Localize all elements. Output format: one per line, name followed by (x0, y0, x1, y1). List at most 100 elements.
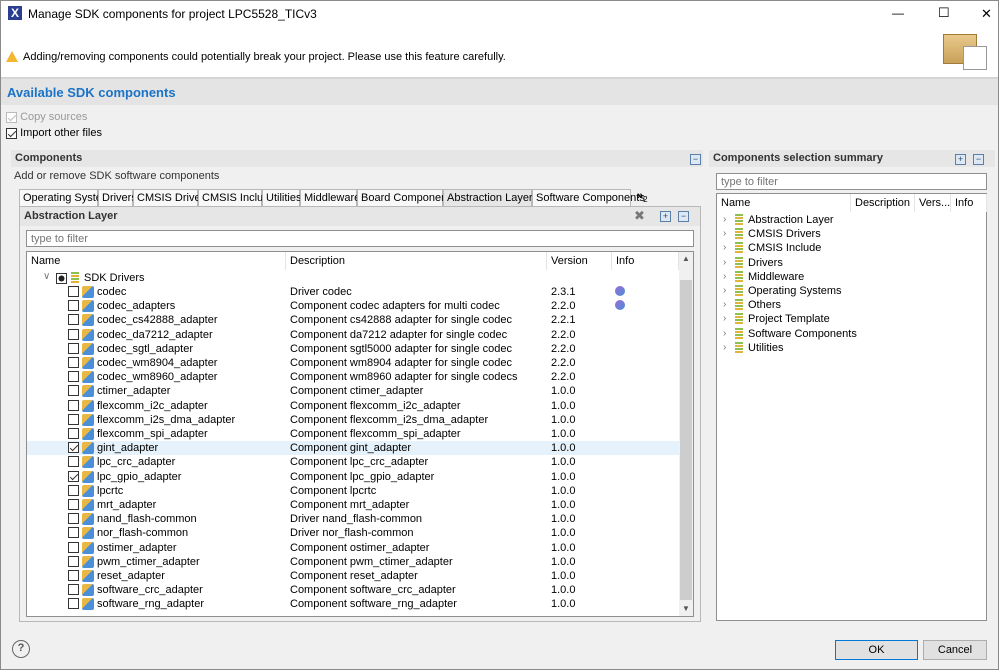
component-row[interactable]: mrt_adapter Component mrt_adapter 1.0.0 (27, 498, 679, 512)
component-checkbox[interactable] (68, 357, 79, 368)
component-row[interactable]: codec Driver codec 2.3.1 (27, 285, 679, 299)
info-icon[interactable] (615, 300, 625, 311)
column-version[interactable]: Version (547, 252, 612, 270)
component-row[interactable]: codec_sgtl_adapter Component sgtl5000 ada… (27, 342, 679, 356)
more-tabs-button[interactable]: »2 (637, 190, 648, 204)
component-checkbox[interactable] (68, 286, 79, 297)
column-description[interactable]: Description (851, 194, 915, 212)
component-checkbox[interactable] (68, 470, 79, 482)
component-row[interactable]: codec_wm8904_adapter Component wm8904 ada… (27, 356, 679, 370)
component-row[interactable]: nand_flash-common Driver nand_flash-commo… (27, 512, 679, 526)
group-row-sdk-drivers[interactable]: ∨ SDK Drivers (27, 271, 679, 285)
expand-all-icon[interactable]: + (955, 154, 966, 165)
component-row[interactable]: gint_adapter Component gint_adapter 1.0.0 (27, 441, 679, 456)
component-checkbox[interactable] (68, 598, 79, 610)
group-checkbox[interactable] (56, 272, 67, 284)
scrollbar[interactable]: ▲ ▼ (679, 252, 693, 616)
summary-item[interactable]: › Middleware (717, 270, 985, 284)
component-checkbox[interactable] (68, 300, 79, 312)
expand-chevron-icon[interactable]: › (723, 328, 726, 339)
component-row[interactable]: ostimer_adapter Component ostimer_adapter… (27, 541, 679, 555)
component-row[interactable]: nor_flash-common Driver nor_flash-common 1… (27, 526, 679, 540)
component-row[interactable]: codec_cs42888_adapter Component cs42888 a… (27, 313, 679, 327)
import-other-files-checkbox[interactable]: Import other files (6, 127, 102, 139)
tab-operating-systems[interactable]: Operating Systems (19, 189, 117, 206)
deselect-all-icon[interactable]: ✖ (634, 208, 645, 224)
cancel-button[interactable]: Cancel (923, 640, 987, 660)
column-version[interactable]: Vers... (915, 194, 951, 212)
checkbox[interactable] (6, 111, 17, 123)
summary-item[interactable]: › Project Template (717, 312, 985, 326)
tab-cmsis-include[interactable]: CMSIS Include (198, 189, 275, 206)
tab-utilities[interactable]: Utilities (262, 189, 301, 206)
column-description[interactable]: Description (286, 252, 547, 270)
component-row[interactable]: codec_da7212_adapter Component da7212 ada… (27, 328, 679, 342)
ok-button[interactable]: OK (835, 640, 918, 660)
component-row[interactable]: lpc_crc_adapter Component lpc_crc_adapter… (27, 455, 679, 469)
summary-item[interactable]: › Software Components (717, 327, 985, 341)
component-checkbox[interactable] (68, 555, 79, 567)
expand-chevron-icon[interactable]: › (723, 214, 726, 225)
collapse-icon[interactable]: − (690, 154, 701, 165)
component-checkbox[interactable] (68, 371, 79, 383)
component-checkbox[interactable] (68, 399, 79, 411)
component-checkbox[interactable] (68, 513, 79, 525)
tab-drivers[interactable]: Drivers (98, 189, 137, 206)
checkbox[interactable] (6, 127, 17, 139)
summary-item[interactable]: › Utilities (717, 341, 985, 355)
component-checkbox[interactable] (68, 342, 79, 354)
tab-board-components[interactable]: Board Components (357, 189, 456, 206)
component-checkbox[interactable] (68, 428, 79, 439)
component-checkbox[interactable] (68, 314, 79, 326)
scroll-down-icon[interactable]: ▼ (682, 604, 690, 613)
component-row[interactable]: flexcomm_spi_adapter Component flexcomm_s… (27, 427, 679, 441)
summary-item[interactable]: › CMSIS Drivers (717, 227, 985, 241)
info-icon[interactable] (615, 286, 625, 296)
component-row[interactable]: software_crc_adapter Component software_c… (27, 583, 679, 597)
component-row[interactable]: lpc_gpio_adapter Component lpc_gpio_adapt… (27, 470, 679, 484)
column-name[interactable]: Name (717, 194, 851, 212)
expand-chevron-icon[interactable]: › (723, 285, 726, 296)
component-checkbox[interactable] (68, 328, 79, 340)
expand-chevron-icon[interactable]: ∨ (43, 271, 50, 282)
component-checkbox[interactable] (68, 499, 79, 510)
component-checkbox[interactable] (68, 413, 79, 425)
maximize-button[interactable]: ☐ (938, 5, 950, 21)
expand-chevron-icon[interactable]: › (723, 313, 726, 324)
component-row[interactable]: pwm_ctimer_adapter Component pwm_ctimer_a… (27, 555, 679, 569)
expand-chevron-icon[interactable]: › (723, 342, 726, 353)
expand-chevron-icon[interactable]: › (723, 271, 726, 282)
expand-chevron-icon[interactable]: › (723, 242, 726, 253)
summary-item[interactable]: › CMSIS Include (717, 241, 985, 255)
component-checkbox[interactable] (68, 527, 79, 539)
component-row[interactable]: software_rng_adapter Component software_r… (27, 597, 679, 611)
component-checkbox[interactable] (68, 484, 79, 496)
column-info[interactable]: Info (951, 194, 987, 212)
component-row[interactable]: ctimer_adapter Component ctimer_adapter 1.… (27, 384, 679, 398)
scroll-thumb[interactable] (680, 280, 692, 600)
component-checkbox[interactable] (68, 570, 79, 581)
help-button[interactable]: ? (12, 640, 30, 658)
component-row[interactable]: reset_adapter Component reset_adapter 1.0.… (27, 569, 679, 583)
component-row[interactable]: codec_wm8960_adapter Component wm8960 ada… (27, 370, 679, 384)
expand-chevron-icon[interactable]: › (723, 228, 726, 239)
tab-cmsis-drivers[interactable]: CMSIS Drivers (133, 189, 210, 206)
scroll-up-icon[interactable]: ▲ (682, 254, 690, 263)
component-checkbox[interactable] (68, 456, 79, 468)
component-row[interactable]: codec_adapters Component codec adapters f… (27, 299, 679, 313)
column-info[interactable]: Info (612, 252, 679, 270)
component-row[interactable]: flexcomm_i2s_dma_adapter Component flexco… (27, 413, 679, 427)
collapse-all-icon[interactable]: − (973, 154, 984, 165)
tab-middleware[interactable]: Middleware (300, 189, 360, 206)
component-checkbox[interactable] (68, 442, 79, 454)
component-checkbox[interactable] (68, 541, 79, 553)
copy-sources-checkbox[interactable]: Copy sources (6, 111, 87, 123)
close-button[interactable]: ✕ (981, 6, 992, 22)
expand-chevron-icon[interactable]: › (723, 299, 726, 310)
summary-item[interactable]: › Drivers (717, 256, 985, 270)
summary-item[interactable]: › Abstraction Layer (717, 213, 985, 227)
summary-item[interactable]: › Others (717, 298, 985, 312)
component-checkbox[interactable] (68, 584, 79, 596)
components-filter-input[interactable] (26, 230, 694, 247)
component-checkbox[interactable] (68, 385, 79, 397)
